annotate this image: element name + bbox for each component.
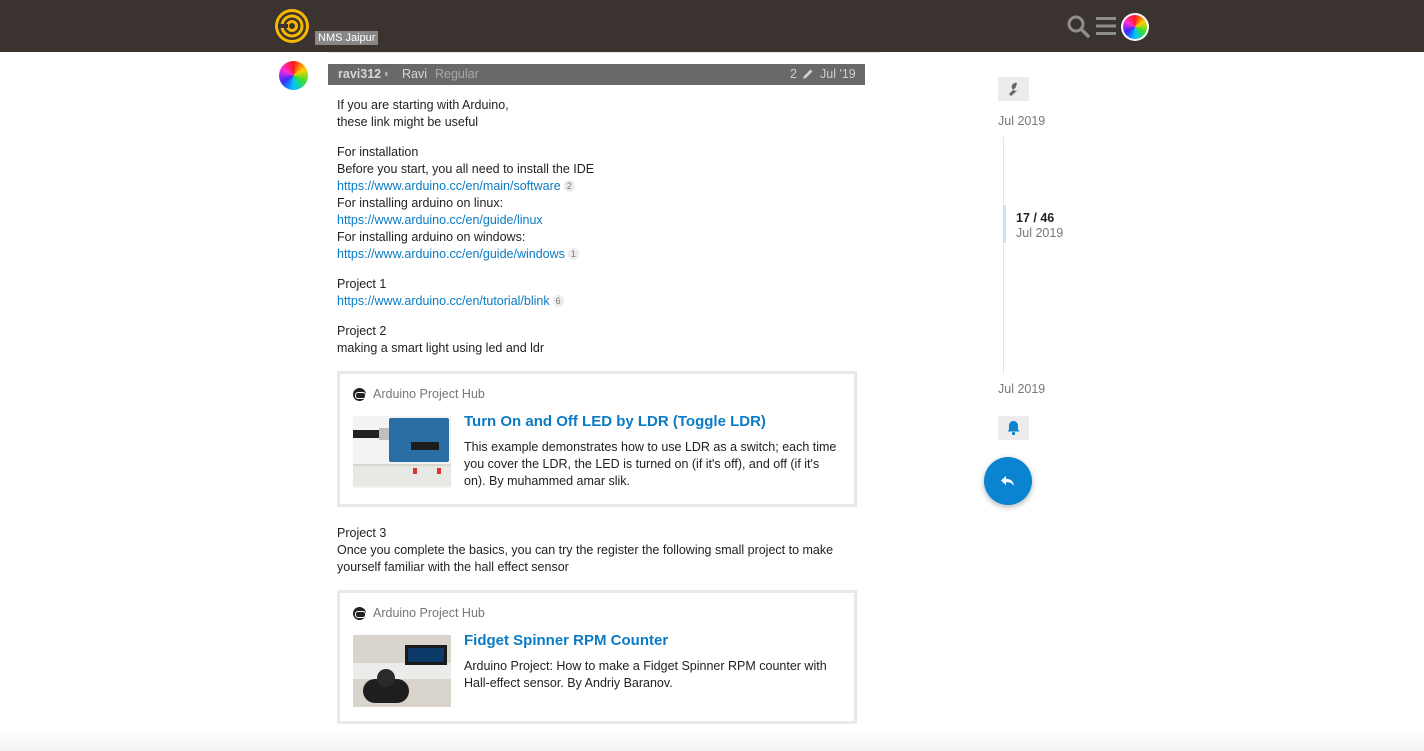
site-header: NMS Jaipur [0,0,1424,52]
linux-guide-link[interactable]: https://www.arduino.cc/en/guide/linux [337,213,543,227]
hamburger-menu-icon[interactable] [1095,14,1119,38]
timeline-start-date[interactable]: Jul 2019 [998,114,1045,128]
timeline-end-date[interactable]: Jul 2019 [998,382,1045,396]
onebox-description: This example demonstrates how to use LDR… [464,440,837,488]
edit-count[interactable]: 2 [790,64,797,85]
installation-heading: For installation [337,145,419,159]
moderator-shield-icon: ◐ [384,68,391,80]
onebox-thumbnail[interactable] [353,416,451,488]
reply-button[interactable] [984,457,1032,505]
project1-heading: Project 1 [337,277,387,291]
wrench-icon [1009,82,1019,96]
onebox-source[interactable]: Arduino Project Hub [353,605,841,621]
onebox-title[interactable]: Turn On and Off LED by LDR (Toggle LDR) [464,413,841,431]
link-preview-card[interactable]: Arduino Project Hub Turn On and Off LED … [337,371,857,507]
onebox-description: Arduino Project: How to make a Fidget Sp… [464,659,827,690]
intro-paragraph: If you are starting with Arduino, these … [337,97,857,131]
click-count-badge: 2 [563,180,575,192]
installation-paragraph: For installation Before you start, you a… [337,144,857,263]
reply-icon [1001,476,1014,486]
software-link[interactable]: https://www.arduino.cc/en/main/software [337,179,561,193]
post-username[interactable]: ravi312 [338,64,381,85]
arduino-favicon-icon [353,387,366,401]
bottom-fade [0,731,1424,751]
timeline-handle[interactable] [1003,205,1006,243]
onebox-thumbnail[interactable] [353,635,451,707]
arduino-favicon-icon [353,606,366,620]
project2-line: making a smart light using led and ldr [337,341,545,355]
windows-label: For installing arduino on windows: [337,230,526,244]
onebox-title[interactable]: Fidget Spinner RPM Counter [464,632,841,650]
post-user-title: Regular [435,67,479,81]
post-author-avatar[interactable] [279,61,308,90]
admin-wrench-button[interactable] [998,77,1029,101]
onebox-source-label: Arduino Project Hub [373,606,485,620]
project3-paragraph: Project 3 Once you complete the basics, … [337,525,857,576]
pencil-icon[interactable] [802,68,814,80]
intro-line-1: If you are starting with Arduino, [337,98,509,112]
project2-paragraph: Project 2 making a smart light using led… [337,323,857,357]
timeline-position: 17 / 46 [1016,211,1055,225]
timeline-position-date: Jul 2019 [1016,226,1064,240]
post-full-name[interactable]: Ravi [402,64,427,85]
onebox-source[interactable]: Arduino Project Hub [353,386,841,402]
click-count-badge: 1 [567,248,579,260]
project3-line: Once you complete the basics, you can tr… [337,543,834,574]
onebox-source-label: Arduino Project Hub [373,387,485,401]
project3-heading: Project 3 [337,526,387,540]
linux-label: For installing arduino on linux: [337,196,504,210]
intro-line-2: these link might be useful [337,115,479,129]
link-preview-card[interactable]: Arduino Project Hub Fidget Spinner RPM C… [337,590,857,724]
notification-button[interactable] [998,416,1029,440]
site-name-badge[interactable]: NMS Jaipur [315,31,379,45]
blink-tutorial-link[interactable]: https://www.arduino.cc/en/tutorial/blink [337,294,550,308]
post-meta-bar: ravi312 ◐ Ravi Regular 2 Jul '19 [328,64,865,85]
search-icon[interactable] [1066,14,1090,38]
project2-heading: Project 2 [337,324,387,338]
bell-icon [1007,421,1020,436]
installation-line: Before you start, you all need to instal… [337,162,595,176]
current-user-avatar[interactable] [1121,13,1149,41]
post-content: If you are starting with Arduino, these … [337,97,857,742]
windows-guide-link[interactable]: https://www.arduino.cc/en/guide/windows [337,247,565,261]
timeline-scrollbar[interactable] [1003,137,1004,374]
site-logo-icon[interactable] [275,9,309,43]
post-date[interactable]: Jul '19 [820,64,856,85]
divider [328,52,880,53]
click-count-badge: 6 [552,295,564,307]
project1-paragraph: Project 1 https://www.arduino.cc/en/tuto… [337,276,857,310]
